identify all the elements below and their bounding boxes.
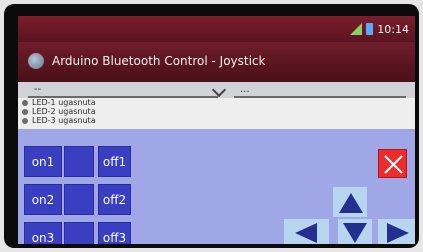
close-button[interactable]: [378, 149, 407, 178]
led-status-list: LED-1 ugasnuta LED-2 ugasnuta LED-3 ugas…: [18, 98, 415, 129]
control-panel: on1 off1 on2 off2 on3 off3: [18, 129, 415, 244]
arrow-left-icon[interactable]: [294, 222, 318, 244]
status-bar: 10:14: [18, 16, 415, 42]
list-item: LED-2 ugasnuta: [18, 107, 415, 116]
led-1-indicator: [64, 146, 94, 177]
status-icons: 10:14: [350, 21, 409, 37]
toolbar-left-field[interactable]: --: [28, 84, 218, 98]
app-title-bar: Arduino Bluetooth Control - Joystick: [18, 42, 415, 83]
off3-button[interactable]: off3: [98, 222, 131, 244]
arrow-right-icon[interactable]: [386, 222, 410, 244]
bullet-icon: [22, 117, 28, 124]
screen: 10:14 Arduino Bluetooth Control - Joysti…: [18, 16, 415, 244]
arrow-up-icon[interactable]: [338, 192, 364, 214]
bullet-icon: [22, 108, 28, 115]
toolbar-right-field[interactable]: ...: [234, 84, 406, 98]
signal-icon: [350, 23, 363, 35]
on2-button[interactable]: on2: [24, 184, 62, 215]
close-icon: [384, 155, 403, 174]
battery-icon: [366, 23, 374, 35]
arrow-down-icon[interactable]: [342, 222, 368, 244]
list-item-label: LED-3 ugasnuta: [32, 116, 96, 125]
list-item: LED-1 ugasnuta: [18, 98, 415, 107]
off1-button[interactable]: off1: [98, 146, 131, 177]
on3-button[interactable]: on3: [24, 222, 62, 244]
toolbar-right-label: ...: [240, 84, 250, 95]
status-time: 10:14: [377, 22, 409, 36]
bullet-icon: [22, 99, 28, 106]
toolbar-left-label: --: [34, 84, 42, 95]
list-item-label: LED-1 ugasnuta: [32, 98, 96, 107]
on1-button[interactable]: on1: [24, 146, 62, 177]
toolbar: -- ...: [18, 82, 415, 99]
list-item: LED-3 ugasnuta: [18, 116, 415, 125]
app-icon: [28, 53, 44, 69]
off2-button[interactable]: off2: [98, 184, 131, 215]
list-item-label: LED-2 ugasnuta: [32, 107, 96, 116]
app-title: Arduino Bluetooth Control - Joystick: [52, 54, 266, 68]
led-2-indicator: [64, 184, 94, 215]
phone-device: 10:14 Arduino Bluetooth Control - Joysti…: [4, 4, 419, 248]
led-3-indicator: [64, 222, 94, 244]
